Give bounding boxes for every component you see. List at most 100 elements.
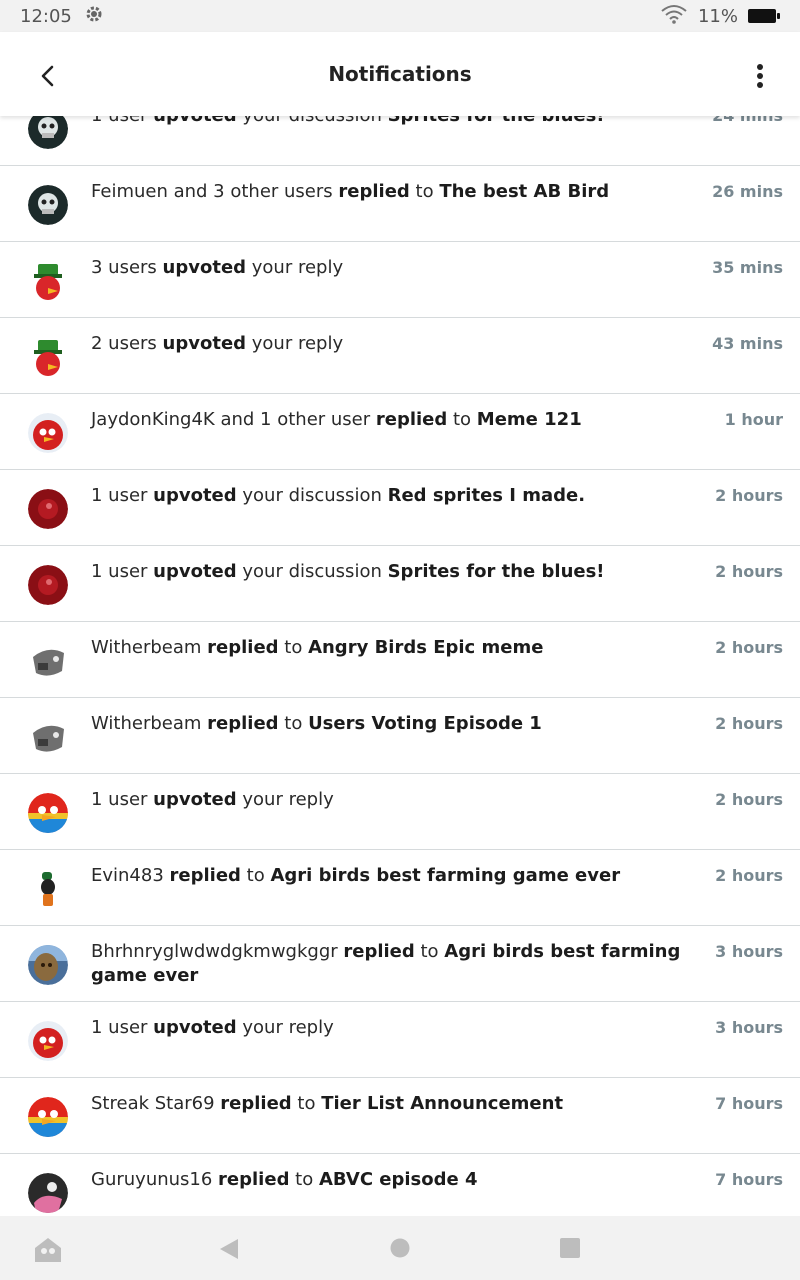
settings-icon	[84, 4, 104, 29]
notification-list[interactable]: 1 user upvoted your discussion Sprites f…	[0, 79, 800, 1216]
notification-emphasis: Agri birds best farming game ever	[270, 865, 621, 886]
notification-emphasis: replied	[343, 941, 415, 962]
notification-time: 1 hour	[724, 410, 783, 429]
notification-fragment: your reply	[246, 333, 344, 354]
notification-emphasis: upvoted	[153, 485, 237, 506]
notification-text: 1 user upvoted your reply	[91, 788, 706, 812]
notification-emphasis: upvoted	[153, 789, 237, 810]
notification-fragment: to	[447, 409, 477, 430]
avatar[interactable]	[28, 793, 68, 833]
notification-fragment: Feimuen and 3 other users	[91, 181, 339, 202]
notification-emphasis: Red sprites I made.	[387, 485, 586, 506]
notification-time: 7 hours	[715, 1094, 783, 1113]
notification-emphasis: replied	[218, 1169, 290, 1190]
notification-time: 3 hours	[715, 1018, 783, 1037]
back-button[interactable]	[30, 58, 66, 94]
square-recents-icon	[560, 1238, 580, 1258]
notification-fragment: your discussion	[236, 485, 388, 506]
notification-time: 2 hours	[715, 486, 783, 505]
notification-item[interactable]: 1 user upvoted your discussion Red sprit…	[0, 470, 800, 546]
notification-emphasis: replied	[375, 409, 448, 430]
home-icon	[35, 1238, 61, 1262]
avatar[interactable]	[28, 869, 68, 909]
notification-emphasis: Sprites for the blues!	[387, 561, 605, 582]
notification-fragment: JaydonKing4K and 1 other user	[91, 409, 376, 430]
notification-emphasis: replied	[220, 1093, 292, 1114]
notification-fragment: Bhrhnryglwdwdgkmwgkggr	[91, 941, 344, 962]
notification-fragment: your discussion	[236, 561, 388, 582]
notification-text: Witherbeam replied to Angry Birds Epic m…	[91, 636, 706, 660]
avatar[interactable]	[28, 489, 68, 529]
notification-time: 7 hours	[715, 1170, 783, 1189]
avatar[interactable]	[28, 337, 68, 377]
notification-text: Bhrhnryglwdwdgkmwgkggr replied to Agri b…	[91, 940, 706, 988]
battery-percent: 11%	[697, 5, 738, 27]
avatar[interactable]	[28, 565, 68, 605]
back-nav-button[interactable]	[218, 1238, 240, 1264]
notification-text: 2 users upvoted your reply	[91, 332, 706, 356]
app-bar: Notifications	[0, 32, 800, 116]
notification-emphasis: Tier List Announcement	[321, 1093, 564, 1114]
battery-icon	[748, 9, 780, 23]
notification-item[interactable]: Evin483 replied to Agri birds best farmi…	[0, 850, 800, 926]
avatar[interactable]	[28, 1021, 68, 1061]
notification-emphasis: upvoted	[162, 257, 247, 278]
notification-text: Streak Star69 replied to Tier List Annou…	[91, 1092, 706, 1116]
notification-fragment: Streak Star69	[91, 1093, 221, 1114]
notification-text: 1 user upvoted your discussion Red sprit…	[91, 484, 706, 508]
recents-nav-button[interactable]	[560, 1238, 580, 1262]
notification-item[interactable]: 3 users upvoted your reply 35 mins	[0, 242, 800, 318]
notification-item[interactable]: JaydonKing4K and 1 other user replied to…	[0, 394, 800, 470]
notification-fragment: 2 users	[91, 333, 163, 354]
avatar[interactable]	[28, 945, 68, 985]
notification-item[interactable]: Bhrhnryglwdwdgkmwgkggr replied to Agri b…	[0, 926, 800, 1002]
notification-emphasis: upvoted	[153, 561, 237, 582]
notification-fragment: to	[278, 637, 309, 658]
avatar[interactable]	[28, 185, 68, 225]
avatar[interactable]	[28, 261, 68, 301]
home-nav-button[interactable]	[390, 1238, 410, 1262]
notification-fragment: Evin483	[91, 865, 170, 886]
avatar[interactable]	[28, 1173, 68, 1213]
notification-emphasis: Users Voting Episode 1	[308, 713, 542, 734]
notification-emphasis: The best AB Bird	[439, 181, 610, 202]
notification-emphasis: replied	[169, 865, 241, 886]
notification-item[interactable]: Feimuen and 3 other users replied to The…	[0, 166, 800, 242]
status-bar: 12:05 11%	[0, 0, 800, 32]
notification-fragment: to	[409, 181, 440, 202]
notification-item[interactable]: Witherbeam replied to Users Voting Episo…	[0, 698, 800, 774]
notification-fragment: 1 user	[91, 789, 154, 810]
page-title: Notifications	[328, 62, 472, 86]
notification-item[interactable]: Streak Star69 replied to Tier List Annou…	[0, 1078, 800, 1154]
triangle-back-icon	[220, 1239, 238, 1259]
home-app-button[interactable]	[33, 1236, 63, 1268]
avatar[interactable]	[28, 641, 68, 681]
notification-text: 1 user upvoted your discussion Sprites f…	[91, 560, 706, 584]
notification-item[interactable]: 1 user upvoted your discussion Sprites f…	[0, 546, 800, 622]
avatar[interactable]	[28, 717, 68, 757]
notification-text: Evin483 replied to Agri birds best farmi…	[91, 864, 706, 888]
notification-fragment: Witherbeam	[91, 713, 208, 734]
notification-time: 26 mins	[712, 182, 783, 201]
notification-fragment: Guruyunus16	[91, 1169, 219, 1190]
notification-time: 2 hours	[715, 790, 783, 809]
notification-time: 35 mins	[712, 258, 783, 277]
more-options-button[interactable]	[742, 58, 778, 94]
notification-emphasis: ABVC episode 4	[318, 1169, 478, 1190]
notification-fragment: 1 user	[91, 485, 154, 506]
notification-item[interactable]: 1 user upvoted your reply 3 hours	[0, 1002, 800, 1078]
notification-fragment: to	[240, 865, 271, 886]
notification-item[interactable]: 1 user upvoted your reply 2 hours	[0, 774, 800, 850]
avatar[interactable]	[28, 413, 68, 453]
notification-fragment: to	[291, 1093, 322, 1114]
notification-item[interactable]: Guruyunus16 replied to ABVC episode 4 7 h…	[0, 1154, 800, 1216]
notification-time: 2 hours	[715, 714, 783, 733]
notification-fragment: to	[278, 713, 309, 734]
notification-time: 43 mins	[712, 334, 783, 353]
notification-fragment: 1 user	[91, 561, 154, 582]
avatar[interactable]	[28, 1097, 68, 1137]
notification-text: Guruyunus16 replied to ABVC episode 4	[91, 1168, 706, 1192]
notification-item[interactable]: Witherbeam replied to Angry Birds Epic m…	[0, 622, 800, 698]
notification-emphasis: replied	[207, 637, 279, 658]
notification-item[interactable]: 2 users upvoted your reply 43 mins	[0, 318, 800, 394]
